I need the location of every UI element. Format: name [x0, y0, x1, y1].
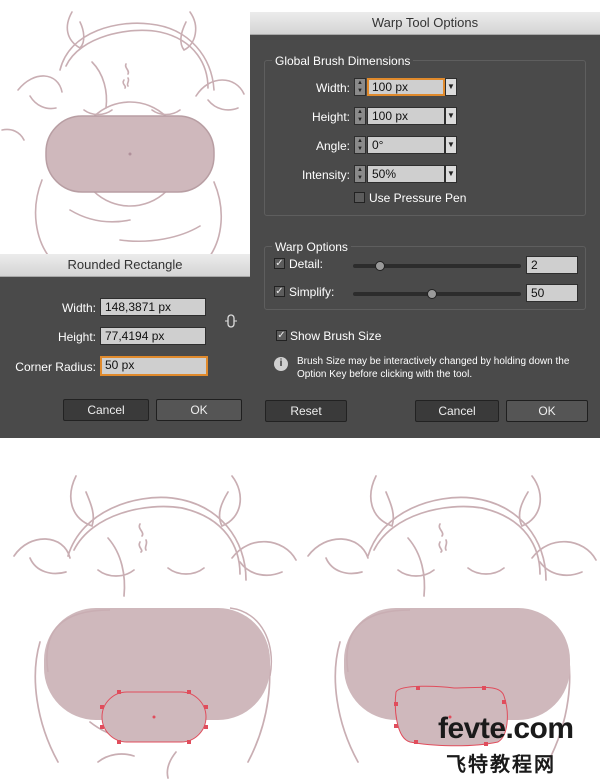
height-stepper[interactable]: ▲ ▼ [354, 107, 366, 125]
use-pressure-pen-label: Use Pressure Pen [369, 191, 467, 205]
constrain-proportions-icon[interactable] [225, 314, 237, 328]
height-label: Height: [311, 110, 350, 124]
rect-width-label: Width: [61, 301, 96, 315]
watermark-site-name: 飞特教程网 [446, 752, 556, 776]
intensity-stepper[interactable]: ▲ ▼ [354, 165, 366, 183]
angle-field[interactable]: 0° [367, 136, 445, 154]
sketch-canvas-bottom-left [13, 475, 297, 779]
angle-stepper[interactable]: ▲ ▼ [354, 136, 366, 154]
rect-height-label: Height: [57, 330, 96, 344]
detail-label: Detail: [289, 257, 324, 271]
detail-checkbox[interactable]: ✓ [274, 258, 285, 269]
warp-tool-options-dialog: Warp Tool Options Global Brush Dimension… [250, 12, 600, 438]
height-dropdown-arrow[interactable]: ▼ [445, 107, 457, 125]
rect-width-field[interactable]: 148,3871 px [100, 298, 206, 316]
rect-ok-button[interactable]: OK [156, 399, 242, 421]
reset-button[interactable]: Reset [265, 400, 347, 422]
show-brush-size-checkbox[interactable]: ✓ [276, 330, 287, 341]
intensity-dropdown-arrow[interactable]: ▼ [445, 165, 457, 183]
corner-radius-label: Corner Radius: [15, 360, 96, 374]
detail-field[interactable]: 2 [526, 256, 578, 274]
rounded-rectangle-dialog: Rounded Rectangle Width: 148,3871 px Hei… [0, 254, 250, 438]
width-dropdown-arrow[interactable]: ▼ [445, 78, 457, 96]
angle-dropdown-arrow[interactable]: ▼ [445, 136, 457, 154]
warp-options-group-title: Warp Options [272, 240, 351, 254]
rect-cancel-button[interactable]: Cancel [63, 399, 149, 421]
rect-dialog-title: Rounded Rectangle [0, 254, 250, 277]
info-icon: i [274, 357, 288, 371]
rect-height-field[interactable]: 77,4194 px [100, 327, 206, 345]
width-label: Width: [315, 81, 350, 95]
intensity-field[interactable]: 50% [367, 165, 445, 183]
global-brush-group-title: Global Brush Dimensions [272, 54, 414, 68]
warp-ok-button[interactable]: OK [506, 400, 588, 422]
simplify-checkbox[interactable]: ✓ [274, 286, 285, 297]
show-brush-size-label: Show Brush Size [290, 329, 382, 343]
warp-cancel-button[interactable]: Cancel [415, 400, 499, 422]
intensity-label: Intensity: [301, 168, 350, 182]
width-field[interactable]: 100 px [367, 78, 445, 96]
height-field[interactable]: 100 px [367, 107, 445, 125]
width-stepper[interactable]: ▲ ▼ [354, 78, 366, 96]
simplify-field[interactable]: 50 [526, 284, 578, 302]
watermark-domain: fevte.com [438, 712, 574, 745]
sketch-canvas-top [1, 11, 245, 259]
warp-dialog-title: Warp Tool Options [250, 12, 600, 35]
brush-size-note-line2: Option Key before clicking with the tool… [297, 369, 473, 380]
brush-size-note-line1: Brush Size may be interactively changed … [297, 356, 570, 367]
angle-label: Angle: [315, 139, 350, 153]
corner-radius-field[interactable]: 50 px [100, 356, 208, 376]
simplify-label: Simplify: [289, 285, 335, 299]
use-pressure-pen-checkbox[interactable] [354, 192, 365, 203]
